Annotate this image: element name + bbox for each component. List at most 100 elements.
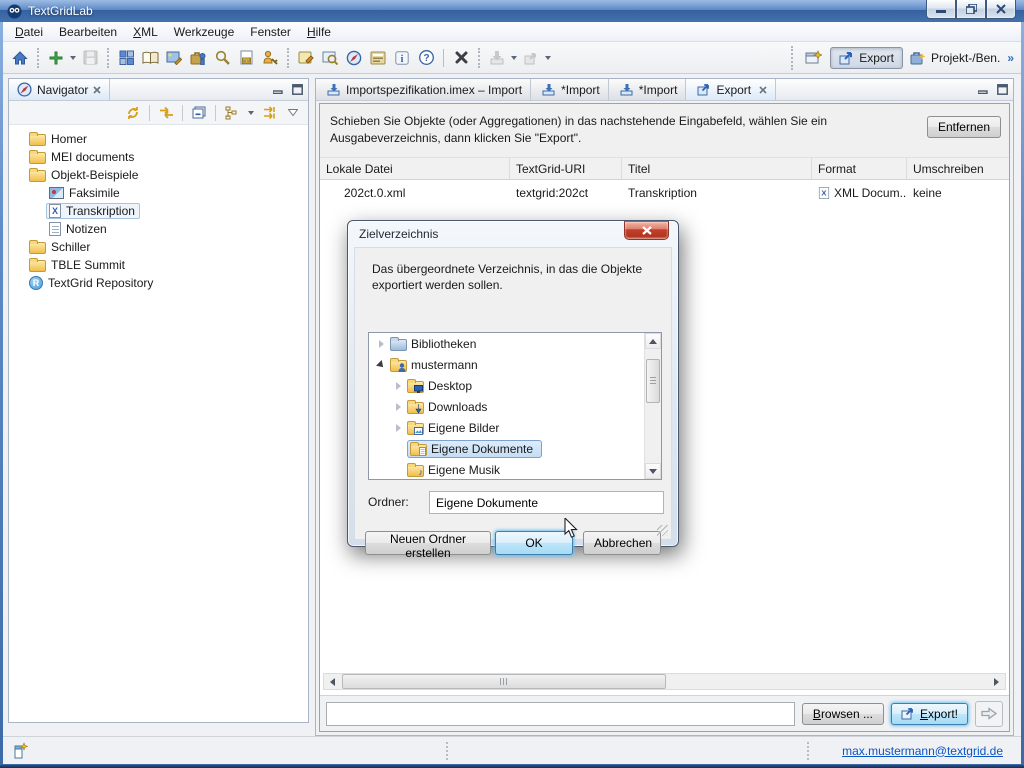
view-menu-icon[interactable] xyxy=(284,104,302,122)
table-row[interactable]: 202ct.0.xml textgrid:202ct Transkription… xyxy=(320,180,1009,202)
scrollbar-thumb[interactable] xyxy=(342,674,666,689)
import-icon[interactable] xyxy=(485,46,509,70)
user-account-link[interactable]: max.mustermann@textgrid.de xyxy=(842,744,1003,758)
sync-arrows-icon[interactable] xyxy=(156,103,176,123)
tree-item-downloads[interactable]: Downloads xyxy=(369,396,661,417)
fast-view-icon[interactable] xyxy=(13,742,29,759)
metadata-editor-icon[interactable] xyxy=(366,46,390,70)
tree-item-notizen[interactable]: Notizen xyxy=(9,220,308,238)
menu-werkzeuge[interactable]: Werkzeuge xyxy=(166,23,242,41)
tree-item-eigene-dokumente[interactable]: Eigene Dokumente xyxy=(369,438,661,459)
editor-tab-import-2[interactable]: *Import xyxy=(531,79,609,100)
tree-item-tble-summit[interactable]: TBLE Summit xyxy=(9,256,308,274)
menu-bearbeiten[interactable]: Bearbeiten xyxy=(51,23,125,41)
expander-collapsed-icon[interactable] xyxy=(376,340,386,348)
import-dropdown-icon[interactable] xyxy=(511,56,517,60)
find-in-window-icon[interactable] xyxy=(318,46,342,70)
add-object-icon[interactable] xyxy=(44,46,68,70)
tree-item-homer[interactable]: Homer xyxy=(9,130,308,148)
tree-item-textgrid-repository[interactable]: RTextGrid Repository xyxy=(9,274,308,292)
tree-item-schiller[interactable]: Schiller xyxy=(9,238,308,256)
menu-xml[interactable]: XML xyxy=(125,23,166,41)
export-dropdown-icon[interactable] xyxy=(545,56,551,60)
tree-vertical-scrollbar[interactable] xyxy=(644,333,661,479)
help-icon[interactable]: ? xyxy=(414,46,438,70)
tree-item-transkription[interactable]: Transkription xyxy=(9,202,308,220)
save-icon[interactable] xyxy=(78,46,102,70)
tree-item-faksimile[interactable]: Faksimile xyxy=(9,184,308,202)
column-header-format[interactable]: Format xyxy=(812,158,907,179)
image-editor-icon[interactable] xyxy=(162,46,186,70)
editor-maximize-icon[interactable] xyxy=(996,83,1009,95)
scroll-down-icon[interactable] xyxy=(645,463,661,479)
navigator-tab[interactable]: Navigator xyxy=(9,79,110,100)
project-browser-icon[interactable] xyxy=(186,46,210,70)
navigator-maximize-icon[interactable] xyxy=(291,83,304,95)
expander-collapsed-icon[interactable] xyxy=(393,424,403,432)
tab-close-icon[interactable] xyxy=(759,86,767,94)
collapse-all-icon[interactable] xyxy=(189,103,209,123)
editor-tab-export[interactable]: Export xyxy=(686,79,776,100)
info-icon[interactable]: i xyxy=(390,46,414,70)
editor-tab-importspezifikation[interactable]: Importspezifikation.imex – Import xyxy=(316,79,531,100)
remove-button[interactable]: Entfernen xyxy=(927,116,1001,138)
cancel-button[interactable]: Abbrechen xyxy=(583,531,661,555)
tree-item-mei-documents[interactable]: MEI documents xyxy=(9,148,308,166)
column-header-textgrid-uri[interactable]: TextGrid-URI xyxy=(510,158,622,179)
home-icon[interactable] xyxy=(8,46,32,70)
browse-button[interactable]: Browsen ... xyxy=(802,703,884,725)
folder-name-input[interactable] xyxy=(429,491,664,514)
compass-icon[interactable] xyxy=(342,46,366,70)
sort-tree-icon[interactable] xyxy=(260,103,280,123)
editor-minimize-icon[interactable] xyxy=(977,83,990,95)
expander-collapsed-icon[interactable] xyxy=(393,382,403,390)
column-header-umschreiben[interactable]: Umschreiben xyxy=(907,158,1009,179)
tree-item-eigene-bilder[interactable]: Eigene Bilder xyxy=(369,417,661,438)
navigator-minimize-icon[interactable] xyxy=(272,83,285,95)
editor-tab-import-3[interactable]: *Import xyxy=(609,79,687,100)
navigator-tab-close-icon[interactable] xyxy=(93,86,101,94)
new-folder-button[interactable]: Neuen Ordner erstellen xyxy=(365,531,491,555)
tree-item-objekt-beispiele[interactable]: Objekt-Beispiele xyxy=(9,166,308,184)
export-button[interactable]: Export! xyxy=(891,703,968,725)
menu-datei[interactable]: Datei xyxy=(7,23,51,41)
scroll-left-icon[interactable] xyxy=(324,674,341,689)
tree-item-bibliotheken[interactable]: Bibliotheken xyxy=(369,333,661,354)
open-perspective-icon[interactable] xyxy=(801,46,825,70)
expander-expanded-icon[interactable] xyxy=(376,362,386,368)
note-editor-icon[interactable] xyxy=(294,46,318,70)
link-dropdown-icon[interactable] xyxy=(248,111,254,115)
minimize-button[interactable] xyxy=(926,0,956,19)
restore-button[interactable] xyxy=(956,0,986,19)
forward-arrow-button[interactable] xyxy=(975,701,1003,727)
expander-collapsed-icon[interactable] xyxy=(393,403,403,411)
dialog-resize-grip[interactable] xyxy=(657,525,668,536)
add-object-dropdown-icon[interactable] xyxy=(70,56,76,60)
search-icon[interactable] xyxy=(210,46,234,70)
scroll-up-icon[interactable] xyxy=(645,333,661,349)
menu-fenster[interactable]: Fenster xyxy=(242,23,299,41)
tree-item-mustermann[interactable]: mustermann xyxy=(369,354,661,375)
tree-item-desktop[interactable]: Desktop xyxy=(369,375,661,396)
tree-item-eigene-musik[interactable]: ♪ Eigene Musik xyxy=(369,459,661,480)
menu-hilfe[interactable]: Hilfe xyxy=(299,23,339,41)
perspective-export-button[interactable]: Export xyxy=(830,47,903,69)
export-icon[interactable] xyxy=(519,46,543,70)
column-header-titel[interactable]: Titel xyxy=(622,158,812,179)
ok-button[interactable]: OK xyxy=(495,531,573,555)
refresh-icon[interactable] xyxy=(123,103,143,123)
horizontal-scrollbar[interactable] xyxy=(323,673,1006,690)
perspective-projekt-button[interactable]: Projekt-/Ben. xyxy=(908,48,1002,68)
perspective-overflow-chevron[interactable]: » xyxy=(1007,51,1014,65)
column-header-lokale-datei[interactable]: Lokale Datei xyxy=(320,158,510,179)
scroll-right-icon[interactable] xyxy=(988,674,1005,689)
xml-editor-icon[interactable]: xml xyxy=(234,46,258,70)
destination-path-input[interactable] xyxy=(326,702,795,726)
link-with-editor-icon[interactable] xyxy=(222,103,242,123)
scrollbar-thumb[interactable] xyxy=(646,359,660,403)
dialog-close-button[interactable] xyxy=(624,221,669,240)
dictionary-icon[interactable] xyxy=(138,46,162,70)
close-button[interactable] xyxy=(986,0,1016,19)
delete-icon[interactable] xyxy=(449,46,473,70)
user-key-icon[interactable] xyxy=(258,46,282,70)
